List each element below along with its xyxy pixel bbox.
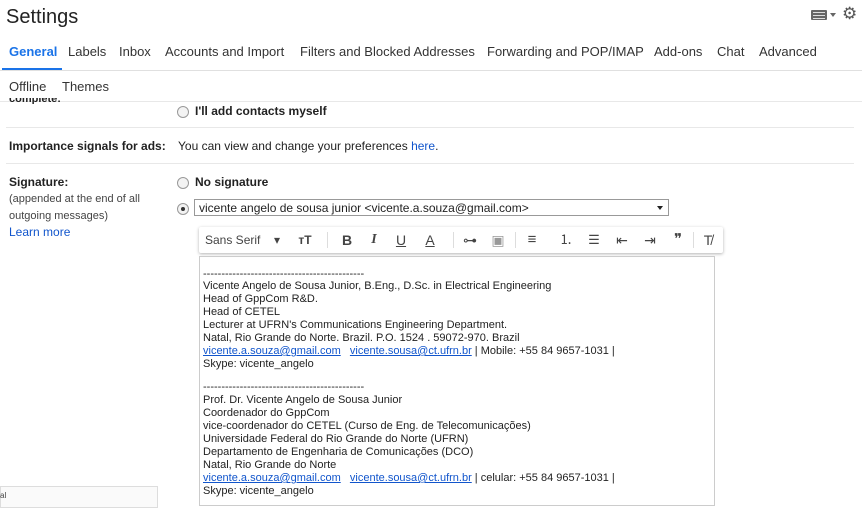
bottom-panel	[0, 486, 158, 508]
font-family-button[interactable]: Sans Serif	[205, 227, 269, 253]
learn-more-link[interactable]: Learn more	[9, 225, 70, 239]
sig1-dashes: ----------------------------------------…	[203, 268, 365, 280]
keyboard-icon[interactable]	[811, 10, 827, 20]
importance-period: .	[435, 139, 439, 153]
importance-signals-text: You can view and change your preferences…	[178, 139, 438, 153]
tab-chat[interactable]: Chat	[717, 44, 744, 60]
image-icon[interactable]: ▣	[489, 227, 507, 253]
underline-icon[interactable]: U	[392, 227, 410, 253]
sig1-line4: Lecturer at UFRN's Communications Engine…	[203, 319, 508, 331]
settings-tabs: General Labels Inbox Accounts and Import…	[0, 44, 862, 70]
chevron-down-icon	[657, 206, 663, 210]
top-bar: Settings ⚙	[0, 0, 862, 36]
toolbar-divider	[453, 232, 454, 248]
sig1-phone: | Mobile: +55 84 9657-1031 |	[471, 345, 615, 357]
indent-less-icon[interactable]: ⇤	[613, 227, 631, 253]
font-size-icon[interactable]: тT	[291, 227, 319, 253]
row-separator	[6, 127, 854, 128]
font-family-label: Sans Serif	[205, 233, 261, 247]
sig1-email2-link[interactable]: vicente.sousa@ct.ufrn.br	[350, 345, 472, 357]
tab-labels[interactable]: Labels	[68, 44, 106, 60]
signature-account-select[interactable]: vicente angelo de sousa junior <vicente.…	[194, 199, 669, 216]
sig2-line3: vice-coordenador do CETEL (Curso de Eng.…	[203, 420, 531, 432]
link-icon[interactable]: ⊶	[461, 227, 479, 253]
row-separator	[6, 163, 854, 164]
sig1-email1-link[interactable]: vicente.a.souza@gmail.com	[203, 345, 341, 357]
sig2-line4: Universidade Federal do Rio Grande do No…	[203, 433, 469, 445]
sig2-phone: | celular: +55 84 9657-1031 |	[471, 472, 615, 484]
tab-inbox[interactable]: Inbox	[119, 44, 151, 60]
signature-label: Signature:	[9, 175, 69, 189]
text-color-icon[interactable]: A	[421, 227, 439, 253]
quote-icon[interactable]: ❞	[669, 227, 687, 253]
tab-accounts-and-import[interactable]: Accounts and Import	[165, 44, 284, 60]
sig1-line1: Vicente Angelo de Sousa Junior, B.Eng., …	[203, 280, 552, 292]
sig2-line1: Prof. Dr. Vicente Angelo de Sousa Junior	[203, 394, 403, 406]
contacts-label: complete:	[9, 98, 61, 104]
signature-editor[interactable]: ----------------------------------------…	[199, 256, 715, 506]
tab-add-ons[interactable]: Add-ons	[654, 44, 702, 60]
signature-sublabel-2: outgoing messages)	[9, 210, 109, 222]
bulleted-list-icon[interactable]: ☰	[585, 227, 603, 253]
font-family-caret-icon: ▾	[273, 233, 281, 247]
radio-no-signature[interactable]	[177, 177, 189, 189]
radio-signature-selected[interactable]	[177, 203, 189, 215]
selected-account: vicente angelo de sousa junior <vicente.…	[199, 201, 529, 215]
sig2-email1-link[interactable]: vicente.a.souza@gmail.com	[203, 472, 341, 484]
tab-forwarding[interactable]: Forwarding and POP/IMAP	[487, 44, 644, 60]
clear-formatting-icon[interactable]: T̸	[699, 227, 717, 253]
sig2-line5: Departamento de Engenharia de Comunicaçõ…	[203, 446, 474, 458]
bold-icon[interactable]: B	[338, 227, 356, 253]
importance-text: You can view and change your preferences	[178, 139, 408, 153]
tab-advanced[interactable]: Advanced	[759, 44, 817, 60]
sig2-line2: Coordenador do GppCom	[203, 407, 330, 419]
sig1-line5: Natal, Rio Grande do Norte. Brazil. P.O.…	[203, 332, 520, 344]
sig2-contacts: vicente.a.souza@gmail.com vicente.sousa@…	[203, 472, 615, 484]
tab-themes[interactable]: Themes	[62, 79, 109, 95]
sig1-skype: Skype: vicente_angelo	[203, 358, 314, 370]
importance-signals-label: Importance signals for ads:	[9, 139, 166, 153]
sig2-skype: Skype: vicente_angelo	[203, 485, 314, 497]
radio-add-contacts-myself[interactable]	[177, 106, 189, 118]
no-signature-label: No signature	[195, 175, 269, 189]
sig2-email2-link[interactable]: vicente.sousa@ct.ufrn.br	[350, 472, 472, 484]
gear-icon[interactable]: ⚙	[842, 5, 857, 22]
importance-here-link[interactable]: here	[411, 139, 435, 153]
italic-icon[interactable]: I	[365, 227, 383, 253]
sig1-contacts: vicente.a.souza@gmail.com vicente.sousa@…	[203, 345, 615, 357]
page-title: Settings	[6, 6, 79, 28]
sig1-line3: Head of CETEL	[203, 306, 281, 318]
formatting-toolbar: Sans Serif ▾ тT B I U A ⊶ ▣ ≡ ⒈ ☰ ⇤ ⇥ ❞ …	[199, 227, 723, 253]
tabs-divider	[0, 70, 862, 71]
sig2-dashes: ----------------------------------------…	[203, 381, 365, 393]
align-icon[interactable]: ≡	[521, 227, 543, 253]
sig1-line2: Head of GppCom R&D.	[203, 293, 318, 305]
sig2-line6: Natal, Rio Grande do Norte	[203, 459, 337, 471]
indent-more-icon[interactable]: ⇥	[641, 227, 659, 253]
add-contacts-myself-label: I'll add contacts myself	[195, 104, 327, 118]
tab-general[interactable]: General	[9, 44, 57, 60]
toolbar-divider	[327, 232, 328, 248]
numbered-list-icon[interactable]: ⒈	[557, 227, 575, 253]
tab-offline[interactable]: Offline	[9, 79, 46, 95]
toolbar-divider	[693, 232, 694, 248]
settings-tabs-row2: Offline Themes	[0, 79, 300, 99]
chevron-down-icon[interactable]	[830, 13, 836, 17]
signature-sublabel-1: (appended at the end of all	[9, 193, 140, 205]
tabs2-divider	[0, 101, 862, 102]
toolbar-divider	[515, 232, 516, 248]
tab-filters[interactable]: Filters and Blocked Addresses	[300, 44, 475, 60]
